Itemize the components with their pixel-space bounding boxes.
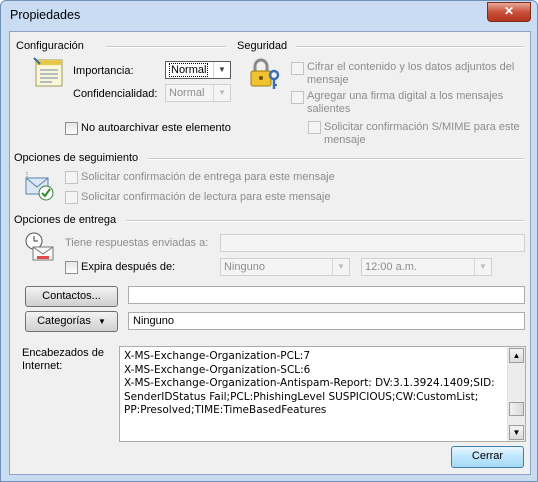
internet-headers-label: Encabezados de xyxy=(22,347,104,359)
chevron-down-icon: ▼ xyxy=(213,85,230,101)
config-heading: Configuración xyxy=(16,40,84,52)
importance-value: Normal xyxy=(169,63,209,77)
no-autoarchive-label: No autoarchivar este elemento xyxy=(81,122,231,134)
read-receipt-label: Solicitar confirmación de lectura para e… xyxy=(81,191,331,203)
smime-checkbox[interactable] xyxy=(308,121,321,134)
confidentiality-value: Normal xyxy=(169,87,205,99)
scroll-thumb[interactable] xyxy=(509,402,524,416)
chevron-down-icon: ▼ xyxy=(97,317,106,326)
expires-date-value: Ninguno xyxy=(224,261,265,273)
delivery-heading: Opciones de entrega xyxy=(14,214,117,226)
contacts-button[interactable]: Contactos... xyxy=(25,286,118,307)
chevron-down-icon: ▼ xyxy=(332,259,349,275)
config-divider xyxy=(106,46,226,48)
expires-time-value: 12:00 a.m. xyxy=(365,261,417,273)
digital-signature-checkbox[interactable] xyxy=(291,91,304,104)
delivery-divider xyxy=(126,220,524,222)
internet-headers-textbox[interactable]: X-MS-Exchange-Organization-PCL:7 X-MS-Ex… xyxy=(119,346,526,442)
note-icon xyxy=(33,57,63,87)
security-heading: Seguridad xyxy=(237,40,288,52)
confidentiality-label: Confidencialidad: xyxy=(73,88,158,100)
smime-label: Solicitar confirmación S/MIME para este xyxy=(324,121,520,133)
importance-select[interactable]: Normal ▼ xyxy=(165,61,231,79)
expires-date-select[interactable]: Ninguno ▼ xyxy=(220,258,350,276)
encrypt-label: Cifrar el contenido y los datos adjuntos… xyxy=(307,61,515,73)
scroll-up-icon[interactable]: ▲ xyxy=(509,348,524,363)
encrypt-label-cont: mensaje xyxy=(307,74,349,86)
expires-time-select[interactable]: 12:00 a.m. ▼ xyxy=(361,258,492,276)
categories-field[interactable]: Ninguno xyxy=(128,312,525,330)
internet-headers-text: X-MS-Exchange-Organization-PCL:7 X-MS-Ex… xyxy=(124,350,495,416)
close-window-button[interactable]: ✕ xyxy=(487,2,531,22)
delivery-receipt-checkbox[interactable] xyxy=(65,171,78,184)
digital-signature-label-cont: salientes xyxy=(307,103,351,115)
security-divider xyxy=(296,46,524,48)
dialog-body: Configuración Importancia: Normal ▼ Conf… xyxy=(9,31,531,475)
replies-to-field[interactable] xyxy=(220,234,525,252)
read-receipt-checkbox[interactable] xyxy=(65,191,78,204)
tracking-heading: Opciones de seguimiento xyxy=(14,152,139,164)
no-autoarchive-checkbox[interactable] xyxy=(65,122,78,135)
smime-label-cont: mensaje xyxy=(324,134,366,146)
delivery-receipt-label: Solicitar confirmación de entrega para e… xyxy=(81,171,335,183)
categories-label: Categorías xyxy=(37,315,91,327)
confidentiality-select[interactable]: Normal ▼ xyxy=(165,84,231,102)
replies-label: Tiene respuestas enviadas a: xyxy=(65,237,209,249)
window-title: Propiedades xyxy=(10,8,81,22)
internet-headers-label-cont: Internet: xyxy=(22,360,63,372)
categories-button[interactable]: Categorías ▼ xyxy=(25,311,118,332)
headers-scrollbar[interactable]: ▲ ▼ xyxy=(507,347,525,441)
chevron-down-icon: ▼ xyxy=(213,62,230,78)
properties-window: Propiedades ✕ Configuración Importancia:… xyxy=(0,0,538,482)
digital-signature-label: Agregar una firma digital a los mensajes xyxy=(307,90,504,102)
clock-envelope-icon xyxy=(25,232,54,261)
tracking-check-icon xyxy=(25,172,54,201)
scroll-down-icon[interactable]: ▼ xyxy=(509,425,524,440)
contacts-field[interactable] xyxy=(128,286,525,304)
encrypt-checkbox[interactable] xyxy=(291,62,304,75)
title-bar: Propiedades ✕ xyxy=(1,1,537,31)
expires-checkbox[interactable] xyxy=(65,261,78,274)
expires-label: Expira después de: xyxy=(81,261,176,273)
lock-key-icon xyxy=(250,58,280,89)
close-button[interactable]: Cerrar xyxy=(451,446,524,468)
tracking-divider xyxy=(148,158,524,160)
importance-label: Importancia: xyxy=(73,65,134,77)
chevron-down-icon: ▼ xyxy=(474,259,491,275)
